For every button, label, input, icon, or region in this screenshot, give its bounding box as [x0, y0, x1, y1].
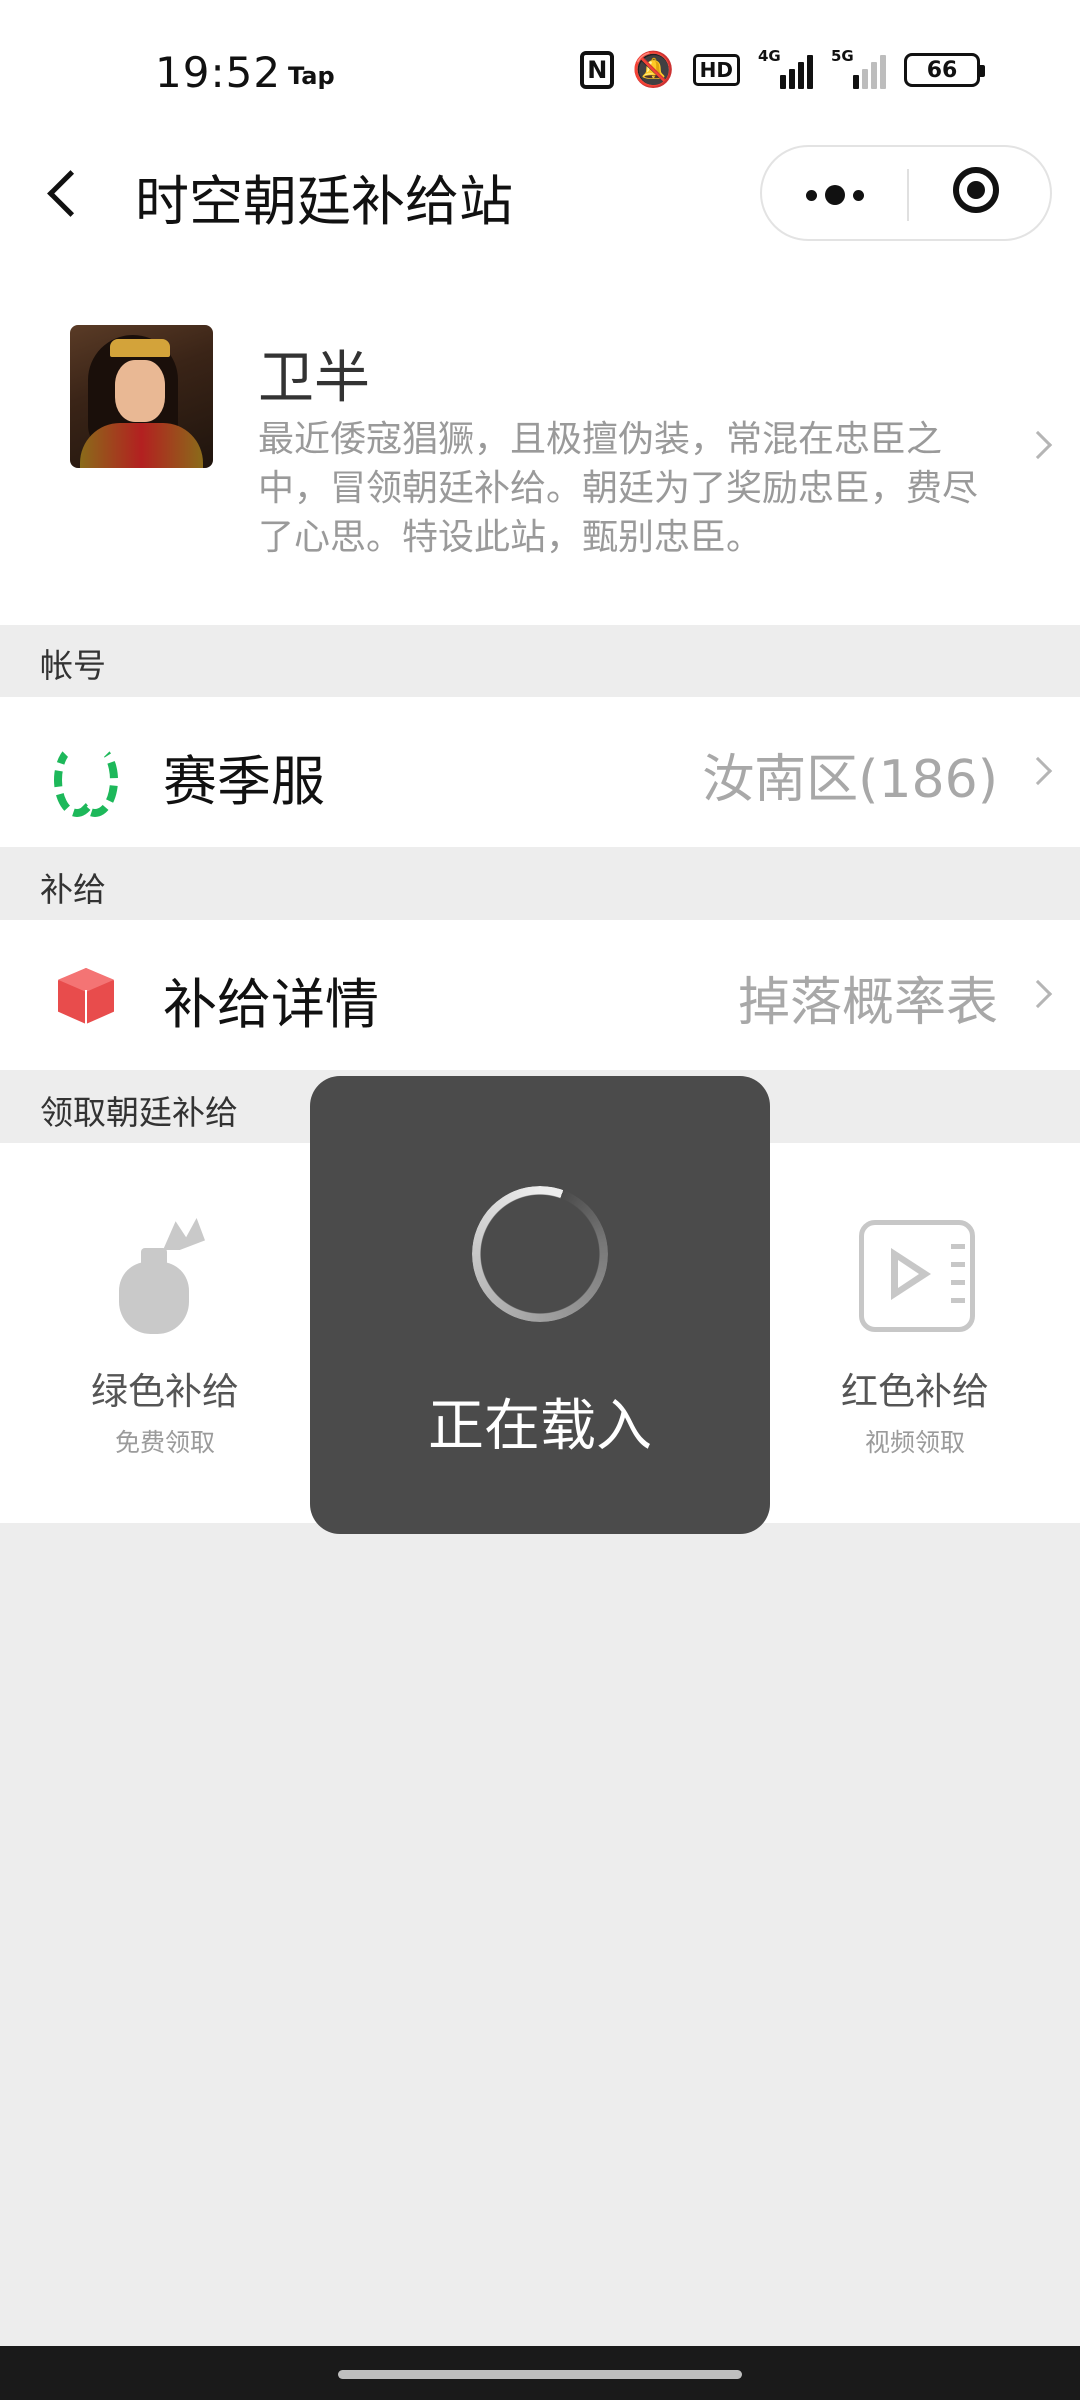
- server-row[interactable]: 赛季服 汝南区(186): [0, 697, 1080, 847]
- chevron-right-icon: [1023, 756, 1053, 786]
- video-play-icon: [855, 1218, 975, 1338]
- more-dots-icon[interactable]: [762, 147, 907, 243]
- gesture-navigation-bar: [0, 2346, 1080, 2400]
- 5g-label: 5G: [831, 47, 854, 65]
- section-label: 补给: [40, 870, 106, 909]
- reward-title: 绿色补给: [91, 1370, 239, 1413]
- gift-box-icon: [50, 960, 122, 1032]
- tap-indicator: Tap: [288, 62, 335, 90]
- reward-green-supply[interactable]: 绿色补给 免费领取: [45, 1143, 285, 1523]
- server-label: 赛季服: [163, 750, 325, 813]
- section-label: 帐号: [40, 646, 106, 685]
- reward-title: 红色补给: [841, 1370, 989, 1413]
- home-indicator[interactable]: [338, 2370, 742, 2379]
- laurel-icon: [50, 737, 122, 817]
- section-header-supply: 补给: [0, 849, 1080, 919]
- 4g-label: 4G: [758, 47, 781, 65]
- 4g-signal-icon: 4G: [758, 47, 813, 89]
- reward-red-supply[interactable]: 红色补给 视频领取: [795, 1143, 1035, 1523]
- mini-program-page: 19:52 Tap N 🔕 HD 4G 5G 66 时空朝廷补给站 卫半 最近倭…: [0, 0, 1080, 2400]
- reward-subtitle: 免费领取: [114, 1428, 215, 1457]
- avatar: [70, 325, 213, 468]
- status-time: 19:52: [155, 48, 282, 97]
- chevron-left-icon[interactable]: [40, 161, 90, 225]
- status-icons: N 🔕 HD 4G 5G 66: [580, 47, 985, 90]
- nfc-icon: N: [580, 51, 615, 89]
- target-close-icon[interactable]: [909, 147, 1054, 243]
- supply-detail-label: 补给详情: [163, 973, 379, 1036]
- battery-icon: 66: [904, 53, 985, 87]
- hd-icon: HD: [692, 54, 740, 86]
- profile-card[interactable]: 卫半 最近倭寇猖獗，且极擅伪装，常混在忠臣之中，冒领朝廷补给。朝廷为了奖励忠臣，…: [0, 275, 1080, 625]
- chevron-right-icon: [1023, 979, 1053, 1009]
- supply-detail-row[interactable]: 补给详情 掉落概率表: [0, 920, 1080, 1070]
- bag-icon: [105, 1218, 225, 1338]
- section-label: 领取朝廷补给: [40, 1093, 238, 1132]
- chevron-right-icon: [1023, 430, 1053, 460]
- section-header-account: 帐号: [0, 625, 1080, 695]
- profile-name: 卫半: [258, 346, 370, 411]
- mini-program-capsule: [760, 145, 1052, 241]
- server-value: 汝南区(186): [702, 750, 998, 810]
- 5g-signal-icon: 5G: [831, 47, 886, 89]
- profile-description: 最近倭寇猖獗，且极擅伪装，常混在忠臣之中，冒领朝廷补给。朝廷为了奖励忠臣，费尽了…: [258, 419, 979, 558]
- loading-toast: 正在载入: [310, 1076, 770, 1534]
- reward-subtitle: 视频领取: [864, 1428, 965, 1457]
- status-bar: 19:52 Tap N 🔕 HD 4G 5G 66: [0, 40, 1080, 120]
- supply-detail-value: 掉落概率表: [737, 973, 998, 1033]
- bell-off-icon: 🔕: [632, 50, 675, 90]
- page-title: 时空朝廷补给站: [135, 170, 513, 233]
- navigation-bar: 时空朝廷补给站: [0, 145, 1080, 241]
- spinner-icon: [472, 1186, 608, 1322]
- loading-text: 正在载入: [428, 1394, 652, 1459]
- battery-level: 66: [926, 57, 958, 83]
